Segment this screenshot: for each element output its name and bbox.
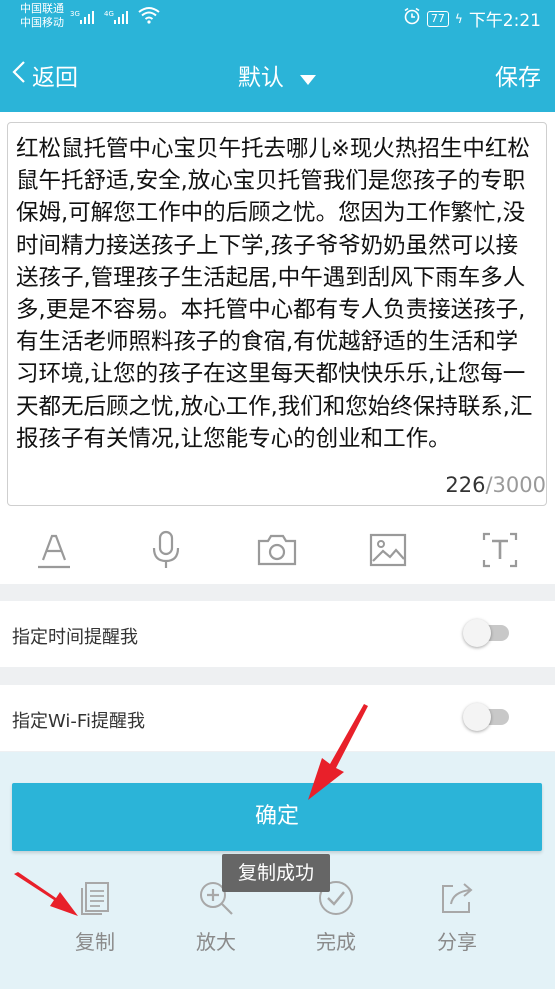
toast-message: 复制成功 [222, 854, 330, 892]
battery-indicator: 77 [426, 10, 449, 27]
svg-text:3G: 3G [70, 10, 80, 18]
status-bar: 中国联通 中国移动 3G 4G 77 ϟ 下午2:21 [0, 0, 555, 36]
share-icon [412, 878, 502, 918]
char-counter: 226/3000 [445, 473, 546, 497]
save-button[interactable]: 保存 [495, 58, 541, 92]
clock-time: 下午2:21 [468, 11, 541, 31]
wifi-icon [138, 6, 160, 27]
arrow-annotation-copy [14, 872, 78, 916]
signal-icon-1: 3G [70, 9, 100, 28]
microphone-icon[interactable] [144, 528, 188, 572]
charging-icon: ϟ [454, 11, 463, 26]
zoom-label: 放大 [196, 930, 236, 954]
image-icon[interactable] [366, 528, 410, 572]
carrier-1: 中国联通 [20, 2, 64, 15]
wifi-reminder-row: 指定Wi-Fi提醒我 [0, 685, 555, 751]
note-editor[interactable]: 红松鼠托管中心宝贝午托去哪儿※现火热招生中红松鼠午托舒适,安全,放心宝贝托管我们… [7, 122, 547, 506]
signal-icon-2: 4G [104, 9, 134, 28]
time-reminder-label: 指定时间提醒我 [12, 627, 138, 648]
carrier-2: 中国移动 [20, 16, 64, 29]
caret-down-icon [299, 66, 317, 92]
camera-icon[interactable] [255, 528, 299, 572]
note-text[interactable]: 红松鼠托管中心宝贝午托去哪儿※现火热招生中红松鼠午托舒适,安全,放心宝贝托管我们… [16, 133, 536, 455]
text-recognition-icon[interactable] [478, 528, 522, 572]
share-label: 分享 [437, 930, 477, 954]
copy-label: 复制 [75, 930, 115, 954]
wifi-reminder-toggle[interactable] [463, 703, 509, 731]
category-dropdown[interactable]: 默认 [0, 58, 555, 92]
confirm-button[interactable]: 确定 [12, 783, 542, 851]
category-title: 默认 [237, 65, 284, 91]
char-count: 226 [445, 473, 486, 497]
arrow-annotation-confirm [308, 704, 368, 800]
done-label: 完成 [316, 930, 356, 954]
time-reminder-toggle[interactable] [463, 619, 509, 647]
nav-bar: 返回 默认 保存 [0, 36, 555, 112]
alarm-icon [403, 7, 421, 30]
share-button[interactable]: 分享 [412, 878, 502, 955]
text-format-icon[interactable] [32, 528, 76, 572]
carrier-info: 中国联通 中国移动 [20, 2, 64, 30]
wifi-reminder-label: 指定Wi-Fi提醒我 [12, 711, 145, 732]
time-reminder-row: 指定时间提醒我 [0, 601, 555, 667]
edit-toolbar [0, 516, 555, 584]
char-max: /3000 [485, 473, 546, 497]
svg-text:4G: 4G [104, 10, 114, 18]
